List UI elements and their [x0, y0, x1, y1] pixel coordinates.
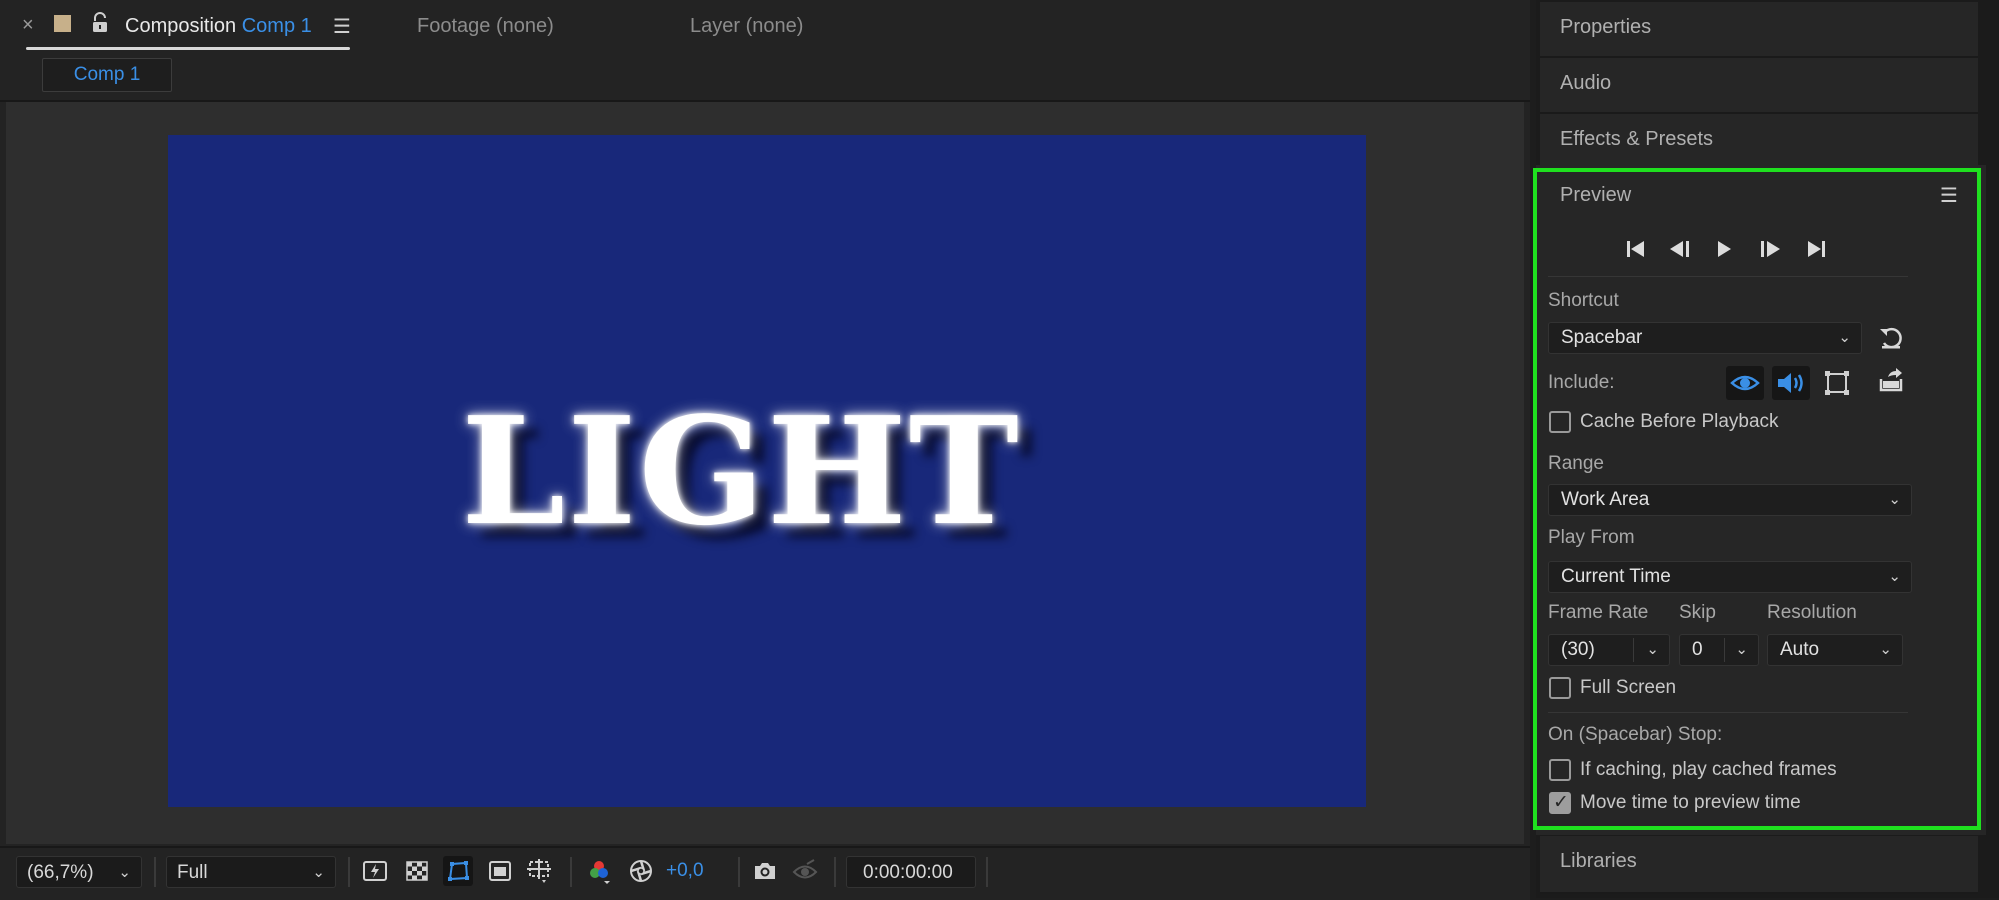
transparency-grid-icon[interactable]	[402, 856, 432, 886]
toolbar-divider	[154, 857, 156, 887]
libraries-panel-title: Libraries	[1560, 850, 1637, 872]
toolbar-divider	[834, 857, 836, 887]
active-tab-underline	[26, 47, 350, 50]
effects-presets-panel-title: Effects & Presets	[1560, 128, 1714, 150]
preview-panel-highlight	[1533, 168, 1981, 830]
properties-panel-title: Properties	[1560, 16, 1652, 38]
show-snapshot-icon[interactable]	[790, 856, 820, 886]
composition-canvas[interactable]: LIGHT	[168, 135, 1366, 807]
resolution-dropdown[interactable]: Full ⌄	[166, 856, 336, 888]
magnification-value: (66,7%)	[27, 862, 94, 883]
snapshot-icon[interactable]	[750, 856, 780, 886]
layer-tab[interactable]: Layer (none)	[690, 15, 803, 38]
comp-color-swatch	[54, 15, 71, 32]
toolbar-divider	[348, 857, 350, 887]
fast-previews-icon[interactable]	[360, 856, 390, 886]
footage-tab[interactable]: Footage (none)	[417, 15, 554, 38]
comp-navigator-chip[interactable]: Comp 1	[42, 58, 172, 92]
close-tab-icon[interactable]: ×	[22, 14, 34, 37]
region-of-interest-icon[interactable]	[485, 856, 515, 886]
resolution-value: Full	[177, 862, 208, 883]
composition-tab-comp-name: Comp 1	[241, 15, 312, 37]
composition-tab-title[interactable]: Composition Comp 1	[125, 15, 312, 38]
magnification-dropdown[interactable]: (66,7%) ⌄	[16, 856, 142, 888]
toolbar-divider	[570, 857, 572, 887]
color-management-icon[interactable]	[626, 856, 656, 886]
toolbar-divider	[986, 857, 988, 887]
current-time-display[interactable]: 0:00:00:00	[846, 856, 976, 888]
panel-menu-icon[interactable]: ☰	[333, 14, 351, 39]
chevron-down-icon: ⌄	[118, 864, 131, 881]
color-channels-icon[interactable]	[584, 856, 614, 886]
chevron-down-icon: ⌄	[312, 864, 325, 881]
guides-icon[interactable]	[524, 856, 554, 886]
composition-tab-label: Composition	[125, 15, 237, 37]
audio-panel-title: Audio	[1560, 72, 1612, 94]
exposure-value[interactable]: +0,0	[666, 860, 704, 882]
unlock-icon[interactable]	[90, 12, 110, 34]
canvas-text-layer: LIGHT	[461, 384, 1021, 558]
comp-navigator-row	[0, 54, 1530, 102]
toolbar-divider	[738, 857, 740, 887]
mask-path-icon[interactable]	[443, 856, 473, 886]
